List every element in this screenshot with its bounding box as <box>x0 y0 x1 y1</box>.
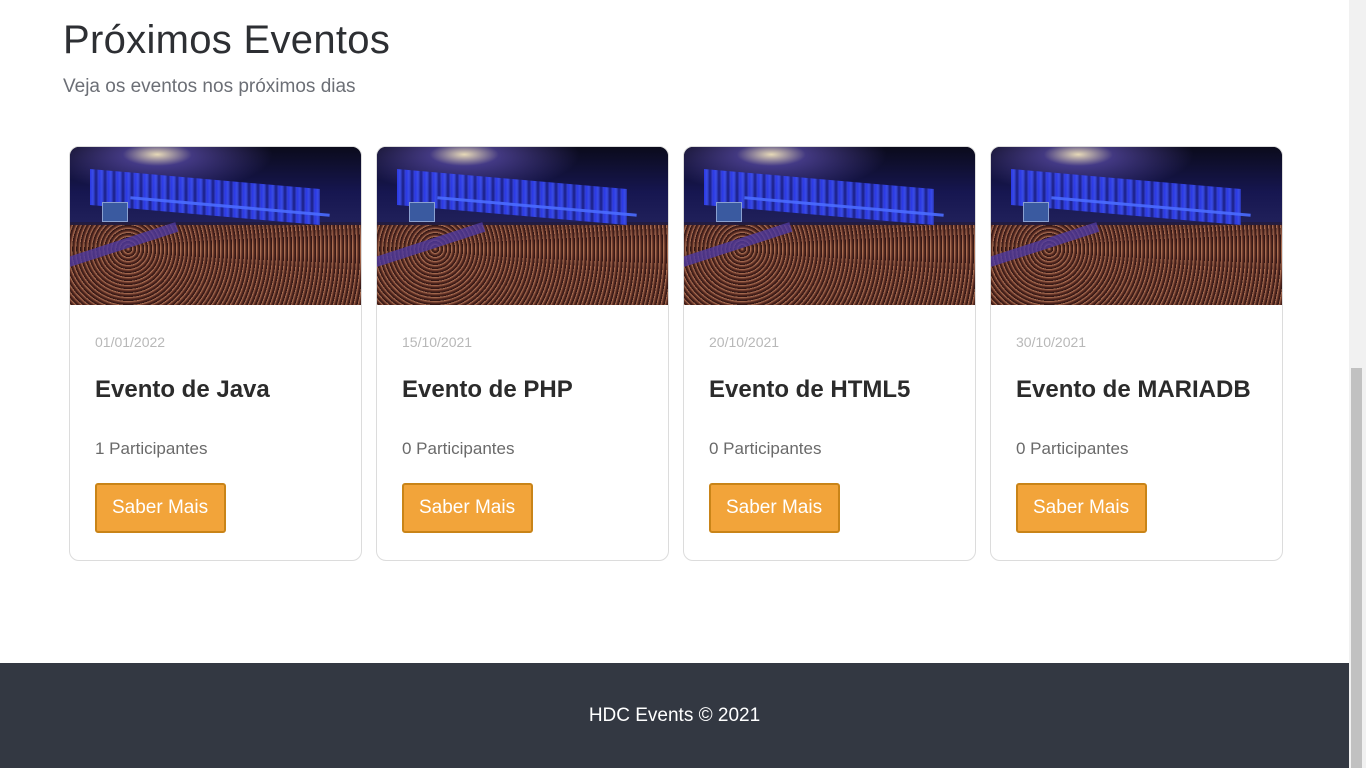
saber-mais-button[interactable]: Saber Mais <box>95 483 227 533</box>
event-participants: 0 Participantes <box>1016 439 1129 458</box>
events-container: 01/01/2022 Evento de Java 1 Participante… <box>69 146 1283 561</box>
event-card-body: 15/10/2021 Evento de PHP 0 Participantes… <box>377 305 668 533</box>
page-subtitle: Veja os eventos nos próximos dias <box>63 76 356 97</box>
scrollbar-thumb[interactable] <box>1351 368 1362 768</box>
event-card: 01/01/2022 Evento de Java 1 Participante… <box>69 146 362 561</box>
event-date: 01/01/2022 <box>95 334 166 350</box>
event-image <box>377 147 668 305</box>
footer-copyright: HDC Events © 2021 <box>588 704 761 726</box>
event-card-body: 20/10/2021 Evento de HTML5 0 Participant… <box>684 305 975 533</box>
event-card: 15/10/2021 Evento de PHP 0 Participantes… <box>376 146 669 561</box>
event-date: 30/10/2021 <box>1016 334 1087 350</box>
events-header: Próximos Eventos Veja os eventos nos pró… <box>63 16 1293 99</box>
event-image <box>70 147 361 305</box>
event-card-body: 01/01/2022 Evento de Java 1 Participante… <box>70 305 361 533</box>
event-title: Evento de PHP <box>402 376 573 403</box>
saber-mais-button[interactable]: Saber Mais <box>1016 483 1148 533</box>
event-image <box>991 147 1282 305</box>
saber-mais-button[interactable]: Saber Mais <box>709 483 841 533</box>
event-card: 20/10/2021 Evento de HTML5 0 Participant… <box>683 146 976 561</box>
footer: HDC Events © 2021 <box>0 663 1349 768</box>
event-participants: 1 Participantes <box>95 439 208 458</box>
event-card-body: 30/10/2021 Evento de MARIADB 0 Participa… <box>991 305 1282 533</box>
event-image <box>684 147 975 305</box>
event-title: Evento de MARIADB <box>1016 376 1251 403</box>
page-title: Próximos Eventos <box>63 18 391 62</box>
event-date: 15/10/2021 <box>402 334 473 350</box>
event-title: Evento de HTML5 <box>709 376 911 403</box>
event-title: Evento de Java <box>95 376 270 403</box>
page: Próximos Eventos Veja os eventos nos pró… <box>0 0 1366 768</box>
vertical-scrollbar[interactable] <box>1349 0 1366 768</box>
saber-mais-button[interactable]: Saber Mais <box>402 483 534 533</box>
event-date: 20/10/2021 <box>709 334 780 350</box>
event-participants: 0 Participantes <box>402 439 515 458</box>
event-participants: 0 Participantes <box>709 439 822 458</box>
event-card: 30/10/2021 Evento de MARIADB 0 Participa… <box>990 146 1283 561</box>
